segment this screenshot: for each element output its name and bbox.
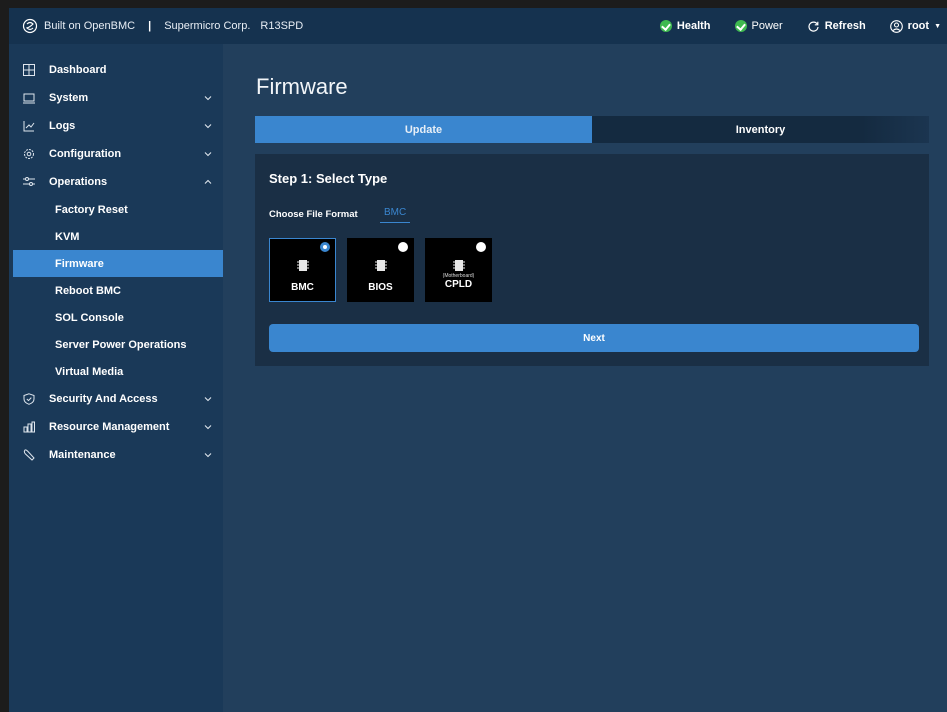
- type-option-label: CPLD: [444, 279, 473, 290]
- chevron-down-icon: [204, 397, 212, 402]
- chip-icon: [296, 260, 309, 271]
- refresh-label: Refresh: [824, 20, 866, 32]
- app-window: Built on OpenBMC | Supermicro Corp. R13S…: [9, 8, 947, 712]
- brand: Built on OpenBMC | Supermicro Corp. R13S…: [9, 18, 303, 34]
- next-button[interactable]: Next: [269, 324, 919, 352]
- chip-icon: [374, 260, 387, 271]
- dashboard-icon: [23, 64, 35, 76]
- sidebar-item-system[interactable]: System: [9, 84, 223, 112]
- health-status-button[interactable]: Health: [648, 8, 723, 44]
- radio-selected-icon[interactable]: [320, 242, 330, 252]
- sidebar-item-resource-management[interactable]: Resource Management: [9, 413, 223, 441]
- built-on-text: Built on OpenBMC: [44, 20, 136, 32]
- firmware-tabs: Update Inventory: [255, 116, 929, 143]
- sidebar-subitem-kvm[interactable]: KVM: [9, 223, 223, 250]
- sidebar-item-label: Operations: [49, 176, 108, 188]
- sliders-icon: [23, 177, 35, 186]
- user-menu-button[interactable]: root ▼: [878, 8, 947, 44]
- shield-icon: [23, 393, 35, 405]
- openbmc-logo-icon: [22, 18, 38, 34]
- sidebar-item-label: Dashboard: [49, 64, 107, 76]
- type-option-label: BMC: [291, 282, 314, 293]
- radio-unselected-icon[interactable]: [476, 242, 486, 252]
- check-circle-icon: [734, 20, 747, 32]
- chip-icon: [452, 260, 465, 271]
- logs-icon: [23, 121, 35, 132]
- top-bar: Built on OpenBMC | Supermicro Corp. R13S…: [9, 8, 947, 44]
- main-content: Firmware Update Inventory Step 1: Select…: [223, 44, 947, 712]
- topbar-actions: Health Power Refresh root ▼: [648, 8, 947, 44]
- gear-icon: [24, 149, 34, 159]
- sidebar-item-dashboard[interactable]: Dashboard: [9, 56, 223, 84]
- sidebar-item-label: Logs: [49, 120, 76, 132]
- chevron-down-icon: [204, 96, 212, 101]
- type-option-label: BIOS: [368, 282, 393, 293]
- sidebar-item-configuration[interactable]: Configuration: [9, 140, 223, 168]
- vendor-name: Supermicro Corp.: [164, 20, 251, 32]
- refresh-button[interactable]: Refresh: [795, 8, 878, 44]
- brand-separator: |: [148, 20, 152, 32]
- monitor-icon: [23, 93, 35, 104]
- sidebar-subitem-reboot-bmc[interactable]: Reboot BMC: [9, 277, 223, 304]
- sidebar-item-security-and-access[interactable]: Security And Access: [9, 385, 223, 413]
- sidebar-item-operations[interactable]: Operations: [9, 168, 223, 196]
- sidebar-subitem-factory-reset[interactable]: Factory Reset: [9, 196, 223, 223]
- check-circle-icon: [659, 20, 672, 32]
- power-status-button[interactable]: Power: [723, 8, 795, 44]
- sidebar-item-label: Maintenance: [49, 449, 116, 461]
- chevron-down-icon: [204, 152, 212, 157]
- type-option-bios[interactable]: BIOS: [347, 238, 414, 302]
- firmware-type-options: BMC BIOS (Motherboard) CPLD: [269, 238, 492, 302]
- sidebar-item-label: System: [49, 92, 89, 104]
- type-option-bmc[interactable]: BMC: [269, 238, 336, 302]
- sidebar: Dashboard System Logs Configuration Oper…: [9, 44, 223, 712]
- step-title: Step 1: Select Type: [269, 171, 388, 186]
- sidebar-item-label: Resource Management: [49, 421, 170, 433]
- chevron-down-icon: [204, 453, 212, 458]
- chevron-down-icon: [204, 425, 212, 430]
- tab-update[interactable]: Update: [255, 116, 592, 143]
- wrench-icon: [23, 449, 35, 461]
- chevron-down-icon: [204, 124, 212, 129]
- sidebar-subitem-server-power-operations[interactable]: Server Power Operations: [9, 331, 223, 358]
- type-option-cpld[interactable]: (Motherboard) CPLD: [425, 238, 492, 302]
- chart-icon: [23, 421, 35, 433]
- power-label: Power: [751, 20, 783, 32]
- sidebar-subitem-virtual-media[interactable]: Virtual Media: [9, 358, 223, 385]
- file-format-value: BMC: [380, 207, 411, 223]
- tab-inventory[interactable]: Inventory: [592, 116, 929, 143]
- user-label: root: [907, 20, 930, 32]
- radio-unselected-icon[interactable]: [398, 242, 408, 252]
- update-card: Step 1: Select Type Choose File Format B…: [255, 154, 929, 366]
- caret-down-icon: ▼: [934, 22, 941, 30]
- sidebar-item-label: Configuration: [49, 148, 122, 160]
- user-icon: [889, 19, 903, 33]
- health-label: Health: [676, 20, 711, 32]
- sidebar-item-label: Security And Access: [49, 393, 158, 405]
- page-title: Firmware: [256, 74, 348, 99]
- server-model: R13SPD: [260, 20, 304, 32]
- chevron-up-icon: [204, 179, 212, 184]
- refresh-icon: [808, 21, 819, 32]
- sidebar-item-logs[interactable]: Logs: [9, 112, 223, 140]
- sidebar-subitem-firmware[interactable]: Firmware: [13, 250, 223, 277]
- sidebar-subitem-sol-console[interactable]: SOL Console: [9, 304, 223, 331]
- sidebar-item-maintenance[interactable]: Maintenance: [9, 441, 223, 469]
- file-format-label: Choose File Format: [269, 209, 358, 220]
